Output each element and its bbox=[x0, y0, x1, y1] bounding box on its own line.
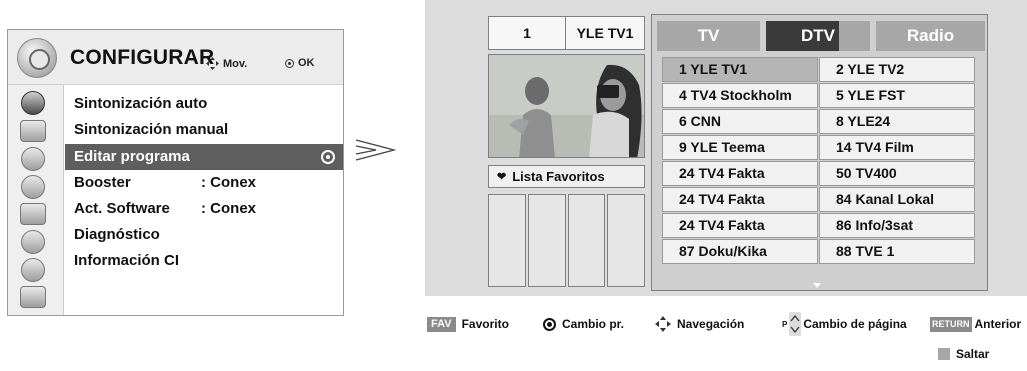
channel-item[interactable]: 6 CNN bbox=[662, 109, 818, 134]
channel-item[interactable]: 86 Info/3sat bbox=[819, 213, 975, 238]
menu-item-label: Editar programa bbox=[74, 148, 190, 165]
selected-ok-icon bbox=[321, 150, 335, 164]
setup-menu: CONFIGURAR Mov. OK Sintonización auto Si… bbox=[7, 29, 344, 316]
page-up-down-icon bbox=[789, 312, 802, 336]
channel-item[interactable]: 4 TV4 Stockholm bbox=[662, 83, 818, 108]
legend-label: Cambio de página bbox=[803, 317, 907, 331]
channel-item[interactable]: 24 TV4 Fakta bbox=[662, 161, 818, 186]
legend-label: Saltar bbox=[956, 347, 990, 361]
menu-title: CONFIGURAR bbox=[70, 46, 215, 69]
legend-label: Anterior bbox=[974, 317, 1022, 331]
channel-item[interactable]: 9 YLE Teema bbox=[662, 135, 818, 160]
menu-item-value: : Conex bbox=[201, 174, 257, 191]
return-key: RETURN bbox=[930, 316, 972, 332]
legend-skip: Saltar bbox=[938, 346, 989, 362]
favorites-slots bbox=[488, 194, 645, 287]
ok-button-icon bbox=[543, 317, 556, 331]
tab-radio[interactable]: Radio bbox=[876, 21, 985, 51]
channel-item[interactable]: 8 YLE24 bbox=[819, 109, 975, 134]
menu-item-label: Sintonización auto bbox=[74, 95, 208, 112]
input-icon[interactable] bbox=[21, 258, 45, 282]
legend-change: Cambio pr. bbox=[543, 316, 624, 332]
legend-return: RETURN Anterior bbox=[930, 316, 1021, 332]
transition-arrow-icon bbox=[355, 139, 397, 161]
legend-label: Cambio pr. bbox=[562, 317, 625, 331]
channel-item[interactable]: 88 TVE 1 bbox=[819, 239, 975, 264]
favorites-list-label: ❤ Lista Favoritos bbox=[488, 165, 645, 188]
move-hint: Mov. bbox=[206, 57, 247, 70]
menu-item-program-edit[interactable]: Editar programa bbox=[65, 144, 343, 170]
dpad-icon bbox=[206, 57, 219, 70]
menu-item-booster[interactable]: Booster : Conex bbox=[65, 170, 343, 196]
current-program-box: 1 YLE TV1 bbox=[488, 16, 645, 50]
picture-icon[interactable] bbox=[20, 120, 46, 142]
audio-icon[interactable] bbox=[21, 147, 45, 171]
legend-label: Favorito bbox=[461, 317, 509, 331]
favorite-slot[interactable] bbox=[607, 194, 645, 287]
current-program-number: 1 bbox=[489, 17, 566, 49]
menu-item-value: : Conex bbox=[201, 200, 257, 217]
scroll-down-icon[interactable] bbox=[813, 283, 821, 288]
menu-item-diagnostics[interactable]: Diagnóstico bbox=[65, 222, 343, 248]
menu-icon-column bbox=[8, 85, 64, 315]
menu-item-label: Act. Software bbox=[74, 200, 170, 217]
channel-preview-image bbox=[488, 54, 645, 158]
legend-page-change: P Cambio de página bbox=[782, 312, 907, 336]
channel-item[interactable]: 87 Doku/Kika bbox=[662, 239, 818, 264]
menu-header: CONFIGURAR Mov. OK bbox=[8, 30, 343, 85]
channel-item[interactable]: 24 TV4 Fakta bbox=[662, 213, 818, 238]
favorite-slot[interactable] bbox=[527, 194, 566, 287]
fav-key: FAV bbox=[427, 316, 456, 332]
page-key: P bbox=[782, 312, 802, 336]
channel-item[interactable]: 2 YLE TV2 bbox=[819, 57, 975, 82]
lock-icon[interactable] bbox=[21, 230, 45, 254]
menu-item-manual-tuning[interactable]: Sintonización manual bbox=[65, 117, 343, 143]
current-program-name: YLE TV1 bbox=[576, 25, 634, 41]
tab-tv[interactable]: TV bbox=[657, 21, 760, 51]
photo-icon[interactable] bbox=[20, 286, 46, 308]
heart-icon: ❤ bbox=[497, 171, 507, 183]
program-edit-panel: 1 YLE TV1 ❤ Lista Favoritos TV DTV Radio bbox=[425, 0, 1027, 296]
menu-item-label: Sintonización manual bbox=[74, 121, 229, 138]
channel-list-area: TV DTV Radio 1 YLE TV1 2 YLE TV2 4 TV4 S… bbox=[651, 14, 988, 291]
menu-item-ci-information[interactable]: Información CI bbox=[65, 248, 343, 274]
channel-item[interactable]: 24 TV4 Fakta bbox=[662, 187, 818, 212]
channel-item[interactable]: 5 YLE FST bbox=[819, 83, 975, 108]
time-icon[interactable] bbox=[21, 175, 45, 199]
menu-item-label: Diagnóstico bbox=[74, 226, 160, 243]
gray-key-icon bbox=[938, 348, 950, 360]
menu-item-software-update[interactable]: Act. Software : Conex bbox=[65, 196, 343, 222]
menu-item-auto-tuning[interactable]: Sintonización auto bbox=[65, 91, 343, 117]
channel-item[interactable]: 84 Kanal Lokal bbox=[819, 187, 975, 212]
menu-item-label: Información CI bbox=[74, 252, 180, 269]
favorite-slot[interactable] bbox=[488, 194, 526, 287]
ok-hint: OK bbox=[285, 57, 315, 69]
channel-item[interactable]: 50 TV400 bbox=[819, 161, 975, 186]
favorite-slot[interactable] bbox=[567, 194, 606, 287]
tab-dtv[interactable]: DTV bbox=[766, 21, 870, 51]
ok-hint-label: OK bbox=[298, 57, 315, 69]
legend-label: Navegación bbox=[677, 317, 745, 331]
option-icon[interactable] bbox=[20, 203, 46, 225]
move-hint-label: Mov. bbox=[223, 57, 248, 70]
setup-icon[interactable] bbox=[21, 91, 45, 115]
legend-navigation: Navegación bbox=[655, 316, 744, 332]
ok-button-icon bbox=[285, 58, 294, 68]
legend-favorite: FAV Favorito bbox=[427, 316, 509, 332]
menu-item-label: Booster bbox=[74, 174, 131, 191]
channel-item[interactable]: 1 YLE TV1 bbox=[662, 57, 818, 82]
favorites-label-text: Lista Favoritos bbox=[512, 169, 605, 184]
channel-item[interactable]: 14 TV4 Film bbox=[819, 135, 975, 160]
setup-dish-icon bbox=[17, 38, 57, 78]
dpad-icon bbox=[655, 316, 671, 332]
page-key-letter: P bbox=[782, 319, 788, 329]
